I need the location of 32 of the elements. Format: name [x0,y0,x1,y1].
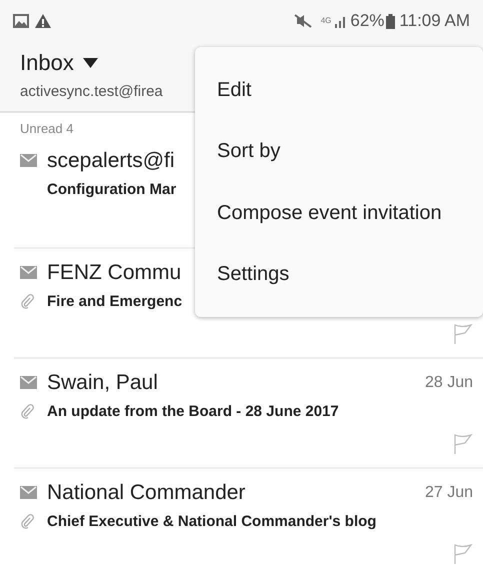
account-email: activesync.test@firea [20,82,163,102]
sender-name: scepalerts@fi [47,148,175,174]
message-subject: Fire and Emergenc [47,292,182,312]
sender-name: FENZ Commu [47,260,182,286]
flag-icon[interactable] [453,323,473,345]
envelope-icon [20,376,37,390]
sender-name: National Commander [47,480,246,506]
warning-icon [35,14,51,28]
envelope-icon [20,154,37,168]
message-subject: An update from the Board - 28 June 2017 [47,402,339,422]
battery-icon [386,14,396,28]
message-date: 28 Jun [424,372,473,393]
section-header: Unread 4 [19,120,74,137]
dropdown-icon[interactable] [82,58,98,68]
flag-icon[interactable] [453,543,473,565]
menu-item[interactable]: Compose event invitation [195,182,483,244]
mute-icon [292,14,313,28]
message-subject: Chief Executive & National Commander's blog [47,512,376,532]
flag-icon[interactable] [453,433,473,455]
envelope-icon [20,266,37,280]
folder-title[interactable]: Inbox [20,46,74,79]
menu-item[interactable]: Settings [195,244,483,305]
network-type: 4G [320,17,332,25]
sender-name: Swain, Paul [47,370,158,396]
message-subject: Configuration Mar [47,180,176,200]
envelope-icon [20,486,37,500]
menu-item[interactable]: Edit [195,59,483,120]
message-date: 27 Jun [424,482,473,503]
clock: 11:09 AM [399,10,470,32]
battery-percent: 62% [350,10,384,32]
menu-item[interactable]: Sort by [195,120,483,182]
image-icon [13,14,29,28]
